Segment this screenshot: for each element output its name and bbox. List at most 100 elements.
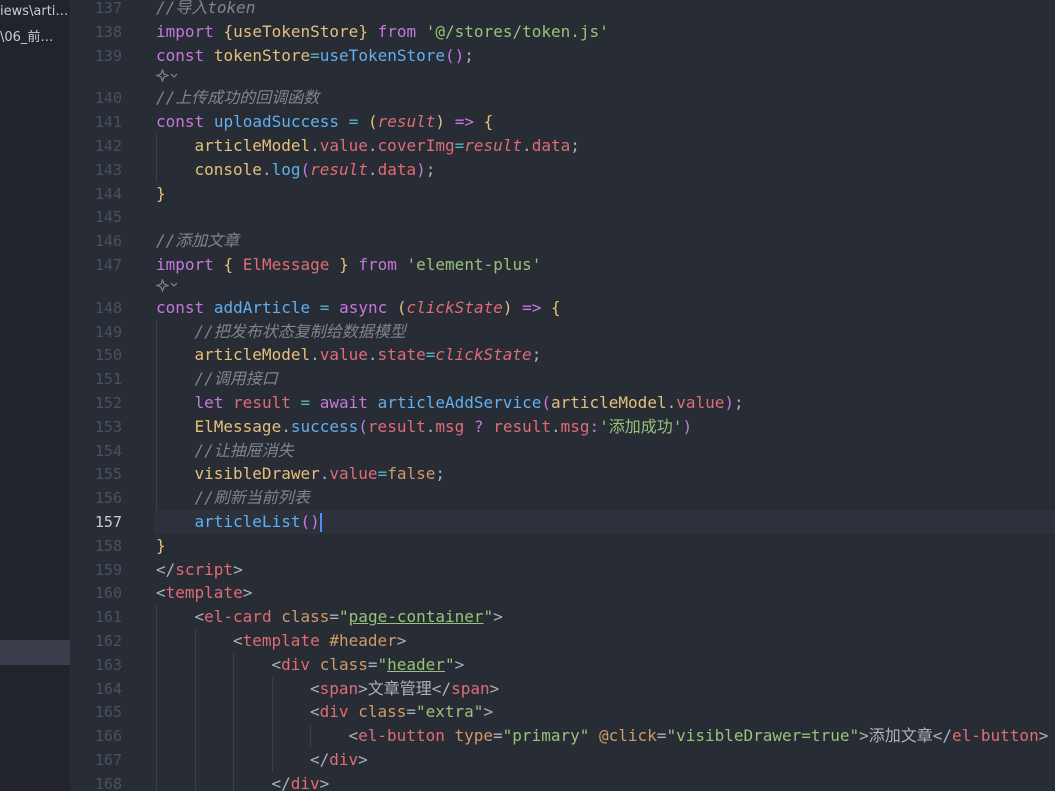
line-number[interactable]: 140 [70, 86, 122, 110]
code-text[interactable]: articleModel.value.state=clickState; [195, 343, 542, 367]
line-number[interactable]: 146 [70, 229, 122, 253]
code-text[interactable]: //调用接口 [195, 367, 278, 391]
line-number[interactable]: 160 [70, 581, 122, 605]
line-number[interactable]: 166 [70, 724, 122, 748]
code-line[interactable]: 163 <div class="header"> [70, 653, 1055, 677]
code-line[interactable]: 153 ElMessage.success(result.msg ? result… [70, 415, 1055, 439]
line-number[interactable]: 147 [70, 253, 122, 277]
code-line[interactable]: 156 //刷新当前列表 [70, 486, 1055, 510]
code-text[interactable]: ElMessage.success(result.msg ? result.ms… [195, 415, 693, 439]
code-text[interactable]: //添加文章 [156, 229, 239, 253]
code-text[interactable]: } [156, 182, 166, 206]
code-line[interactable]: 155 visibleDrawer.value=false; [70, 462, 1055, 486]
code-line[interactable]: 157 articleList() [70, 510, 1055, 534]
code-line[interactable]: 151 //调用接口 [70, 367, 1055, 391]
code-line[interactable]: 154 //让抽屉消失 [70, 439, 1055, 463]
line-number[interactable]: 139 [70, 44, 122, 68]
code-line[interactable]: 149 //把发布状态复制给数据模型 [70, 320, 1055, 344]
code-line[interactable]: 143 console.log(result.data); [70, 158, 1055, 182]
code-line[interactable]: 160 <template> [70, 581, 1055, 605]
line-number[interactable]: 153 [70, 415, 122, 439]
line-number[interactable]: 145 [70, 205, 122, 229]
ai-assist-icon[interactable] [156, 67, 179, 85]
line-number[interactable]: 141 [70, 110, 122, 134]
code-line[interactable]: 162 <template #header> [70, 629, 1055, 653]
code-line[interactable]: 166 <el-button type="primary" @click="vis… [70, 724, 1055, 748]
explorer-item-project-path[interactable]: \06_前… [0, 26, 70, 50]
line-number[interactable]: 158 [70, 534, 122, 558]
code-text[interactable]: const uploadSuccess = (result) => { [156, 110, 493, 134]
codelens-hint[interactable] [70, 277, 1055, 295]
code-text[interactable]: //让抽屉消失 [195, 439, 294, 463]
code-line[interactable]: 150 articleModel.value.state=clickState; [70, 343, 1055, 367]
code-line[interactable]: 138 import {useTokenStore} from '@/stores… [70, 20, 1055, 44]
code-line[interactable]: 148 const addArticle = async (clickState)… [70, 296, 1055, 320]
line-number[interactable]: 164 [70, 677, 122, 701]
code-line[interactable]: 146 //添加文章 [70, 229, 1055, 253]
explorer-selected-row[interactable] [0, 640, 70, 665]
code-line[interactable]: 164 <span>文章管理</span> [70, 677, 1055, 701]
code-line[interactable]: 141 const uploadSuccess = (result) => { [70, 110, 1055, 134]
line-number[interactable]: 155 [70, 462, 122, 486]
code-text[interactable]: <span>文章管理</span> [310, 677, 499, 701]
code-text[interactable]: </div> [310, 748, 368, 772]
code-line[interactable]: 147 import { ElMessage } from 'element-pl… [70, 253, 1055, 277]
code-text[interactable]: <template> [156, 581, 252, 605]
code-line[interactable]: 152 let result = await articleAddService(… [70, 391, 1055, 415]
line-number[interactable]: 168 [70, 772, 122, 791]
code-text[interactable]: </script> [156, 558, 243, 582]
line-number[interactable]: 138 [70, 20, 122, 44]
code-text[interactable]: //导入token [156, 0, 255, 20]
code-line[interactable]: 139 const tokenStore=useTokenStore(); [70, 44, 1055, 68]
code-text[interactable]: //把发布状态复制给数据模型 [195, 320, 406, 344]
line-number[interactable]: 163 [70, 653, 122, 677]
code-text[interactable]: <el-card class="page-container"> [195, 605, 503, 629]
code-text[interactable]: </div> [272, 772, 330, 791]
line-number[interactable]: 162 [70, 629, 122, 653]
line-number[interactable]: 165 [70, 700, 122, 724]
code-text[interactable]: const tokenStore=useTokenStore(); [156, 44, 474, 68]
code-line[interactable]: 167 </div> [70, 748, 1055, 772]
code-editor[interactable]: 137 //导入token 138 import {useTokenStore} fr… [70, 0, 1055, 791]
code-line[interactable]: 168 </div> [70, 772, 1055, 791]
code-text[interactable]: import {useTokenStore} from '@/stores/to… [156, 20, 609, 44]
line-number[interactable]: 148 [70, 296, 122, 320]
line-number[interactable]: 152 [70, 391, 122, 415]
line-number[interactable]: 143 [70, 158, 122, 182]
line-number[interactable]: 161 [70, 605, 122, 629]
code-text[interactable]: let result = await articleAddService(art… [195, 391, 744, 415]
ai-assist-icon[interactable] [156, 277, 179, 295]
line-number[interactable]: 137 [70, 0, 122, 20]
code-text[interactable]: visibleDrawer.value=false; [195, 462, 446, 486]
code-text[interactable]: <el-button type="primary" @click="visibl… [349, 724, 1049, 748]
code-line[interactable]: 159 </script> [70, 558, 1055, 582]
code-line[interactable]: 144} [70, 182, 1055, 206]
code-text[interactable]: //上传成功的回调函数 [156, 86, 319, 110]
code-text[interactable]: articleModel.value.coverImg=result.data; [195, 134, 580, 158]
code-text[interactable]: <div class="extra"> [310, 700, 493, 724]
line-number[interactable]: 151 [70, 367, 122, 391]
code-text[interactable]: <template #header> [233, 629, 406, 653]
code-text[interactable]: console.log(result.data); [195, 158, 436, 182]
code-line[interactable]: 137 //导入token [70, 0, 1055, 20]
line-number[interactable]: 157 [70, 510, 122, 534]
line-number[interactable]: 167 [70, 748, 122, 772]
explorer-item-articles-path[interactable]: iews\arti… [0, 0, 70, 24]
code-text[interactable]: import { ElMessage } from 'element-plus' [156, 253, 541, 277]
codelens-hint[interactable] [70, 67, 1055, 85]
code-line[interactable]: 158} [70, 534, 1055, 558]
line-number[interactable]: 149 [70, 320, 122, 344]
code-line[interactable]: 142 articleModel.value.coverImg=result.da… [70, 134, 1055, 158]
code-text[interactable]: articleList() [195, 510, 322, 534]
code-text[interactable]: } [156, 534, 166, 558]
code-text[interactable]: const addArticle = async (clickState) =>… [156, 296, 561, 320]
line-number[interactable]: 154 [70, 439, 122, 463]
line-number[interactable]: 156 [70, 486, 122, 510]
line-number[interactable]: 150 [70, 343, 122, 367]
code-text[interactable]: //刷新当前列表 [195, 486, 310, 510]
code-line[interactable]: 145 [70, 205, 1055, 229]
code-line[interactable]: 140 //上传成功的回调函数 [70, 86, 1055, 110]
code-line[interactable]: 165 <div class="extra"> [70, 700, 1055, 724]
line-number[interactable]: 142 [70, 134, 122, 158]
code-text[interactable]: <div class="header"> [272, 653, 465, 677]
